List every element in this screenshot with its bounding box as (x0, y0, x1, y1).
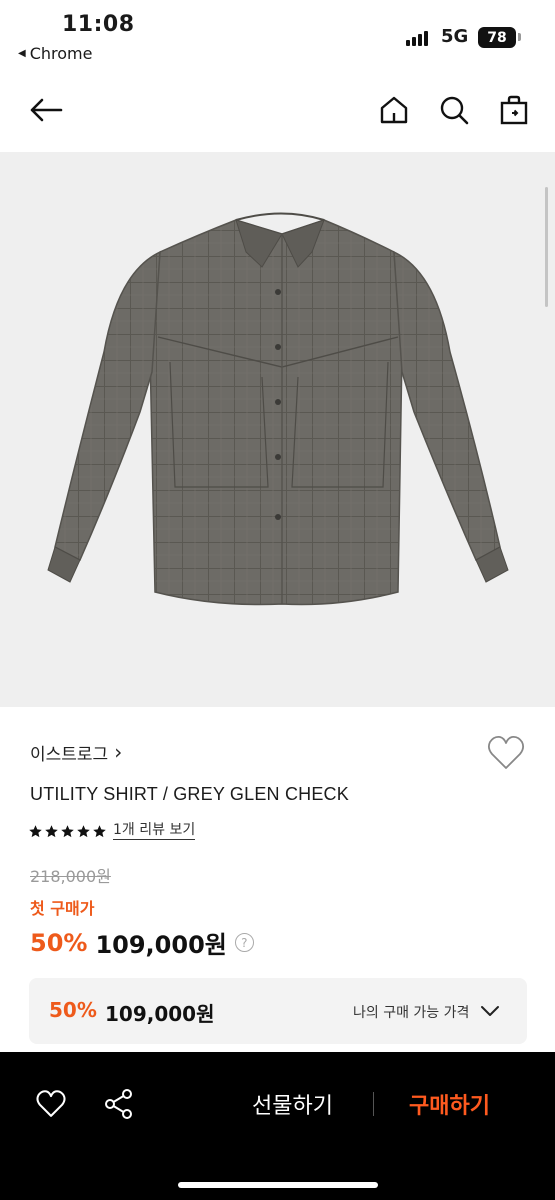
rating-stars (28, 824, 107, 839)
battery-tip (518, 33, 521, 41)
rating-row: 1개 리뷰 보기 (28, 822, 196, 840)
status-time: 11:08 (62, 12, 135, 37)
original-price: 218,000원 (30, 867, 111, 886)
cart-button[interactable] (494, 90, 534, 130)
brand-name: 이스트로그 (30, 745, 109, 765)
product-image[interactable] (0, 152, 555, 707)
back-button[interactable] (26, 90, 66, 130)
back-triangle-icon: ◀ (18, 48, 26, 59)
discount-percent: 50% (30, 928, 88, 957)
info-icon[interactable]: ? (234, 933, 254, 952)
back-to-app[interactable]: ◀ Chrome (18, 44, 92, 63)
star-icon (61, 824, 74, 837)
star-icon (29, 824, 42, 837)
image-scroll-indicator (545, 187, 548, 307)
my-price-discount: 50% (49, 998, 97, 1022)
search-icon (440, 96, 469, 125)
status-bar: 11:08 ◀ Chrome 5G 78 (0, 0, 555, 70)
my-price-dropdown[interactable]: 50% 109,000원 나의 구매 가능 가격 (29, 978, 527, 1044)
buy-button[interactable]: 구매하기 (409, 1088, 490, 1120)
product-title: UTILITY SHIRT / GREY GLEN CHECK (30, 784, 349, 804)
chevron-right-icon: › (114, 740, 123, 764)
review-link[interactable]: 1개 리뷰 보기 (113, 822, 196, 840)
my-price-amount: 109,000원 (105, 1002, 215, 1026)
home-indicator (178, 1182, 378, 1188)
star-icon (93, 824, 106, 837)
button-divider (373, 1092, 374, 1116)
battery-icon: 78 (478, 27, 516, 48)
shopping-bag-icon (500, 95, 528, 125)
shirt-image (47, 212, 509, 606)
network-label: 5G (441, 26, 469, 47)
star-icon (45, 824, 58, 837)
wishlist-bottom-button[interactable] (31, 1084, 71, 1124)
share-button[interactable] (99, 1084, 139, 1124)
arrow-left-icon (30, 98, 63, 122)
signal-icon (406, 30, 428, 46)
star-icon (77, 824, 90, 837)
bottom-action-bar: 선물하기 구매하기 (0, 1052, 555, 1200)
heart-icon (36, 1090, 66, 1117)
brand-link[interactable]: 이스트로그 › (30, 740, 122, 765)
gift-button[interactable]: 선물하기 (252, 1088, 333, 1120)
home-icon (380, 96, 408, 124)
home-button[interactable] (374, 90, 414, 130)
my-price-label: 나의 구매 가능 가격 (353, 1005, 470, 1021)
share-icon (105, 1089, 132, 1119)
first-purchase-label: 첫 구매가 (30, 899, 95, 918)
wishlist-button[interactable] (486, 734, 528, 774)
sale-price-row: 50% 109,000원 ? (30, 925, 254, 960)
search-button[interactable] (434, 90, 474, 130)
sale-price: 109,000원 (95, 931, 227, 959)
back-app-label: Chrome (29, 44, 93, 63)
chevron-down-icon (481, 1006, 499, 1016)
heart-icon (487, 735, 525, 769)
top-nav (0, 80, 555, 140)
